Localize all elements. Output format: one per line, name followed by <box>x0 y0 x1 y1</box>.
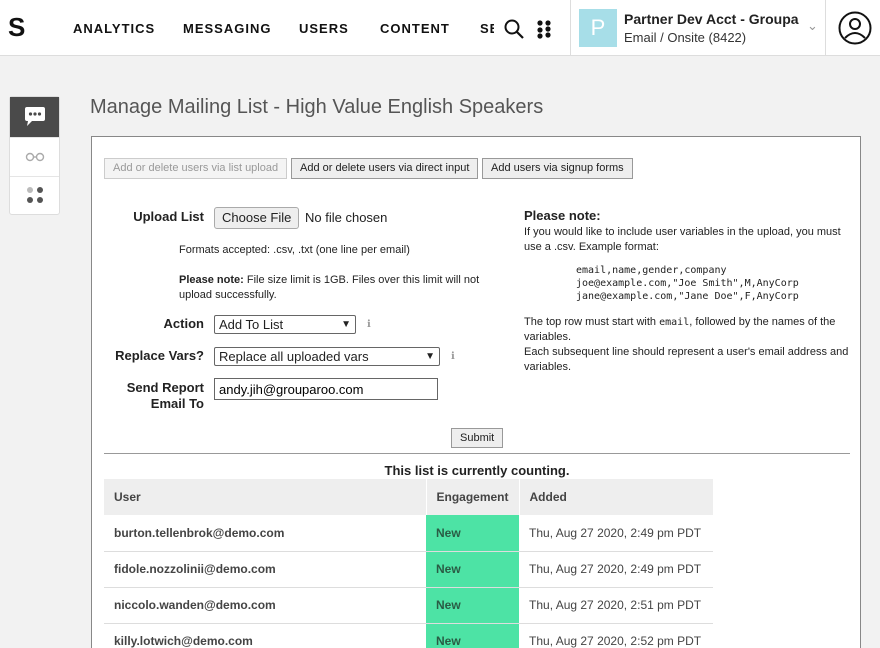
note-detail-4: variables. <box>524 361 572 373</box>
side-messages-button[interactable] <box>10 97 59 137</box>
mailing-list-panel: Add or delete users via list upload Add … <box>91 136 861 648</box>
action-label: Action <box>163 316 204 331</box>
engagement-badge: New <box>426 587 520 624</box>
tab-direct-input[interactable]: Add or delete users via direct input <box>291 158 479 179</box>
added-date: Thu, Aug 27 2020, 2:51 pm PDT <box>519 587 714 624</box>
added-date: Thu, Aug 27 2020, 2:49 pm PDT <box>519 551 714 588</box>
action-select[interactable]: Add To List ▼ <box>214 315 356 334</box>
app-logo[interactable]: S <box>8 12 25 43</box>
engagement-badge: New <box>426 623 520 648</box>
table-header-row: User Engagement Added <box>104 479 714 515</box>
dots-grid-icon <box>26 187 43 203</box>
replace-vars-select[interactable]: Replace all uploaded vars ▼ <box>214 347 440 366</box>
table-row[interactable]: niccolo.wanden@demo.com New Thu, Aug 27 … <box>104 587 714 624</box>
send-report-label: Send Report Email To <box>112 380 204 412</box>
note-intro-1: If you would like to include user variab… <box>524 226 841 238</box>
list-users-table: User Engagement Added burton.tellenbrok@… <box>104 479 714 648</box>
account-subtitle: Email / Onsite (8422) <box>624 30 747 45</box>
search-icon[interactable] <box>503 18 525 40</box>
note-detail-2: variables. <box>524 331 572 343</box>
account-switcher[interactable]: P Partner Dev Acct - Groupa Email / Onsi… <box>570 0 826 56</box>
example-format-code: email,name,gender,company joe@example.co… <box>576 265 799 302</box>
send-report-label-1: Send Report <box>126 380 204 395</box>
tab-signup-forms[interactable]: Add users via signup forms <box>482 158 633 179</box>
table-row[interactable]: burton.tellenbrok@demo.com New Thu, Aug … <box>104 515 714 552</box>
nav-messaging[interactable]: MESSAGING <box>183 21 271 36</box>
user-email[interactable]: fidole.nozzolinii@demo.com <box>104 551 426 588</box>
upload-list-label: Upload List <box>133 209 204 224</box>
send-report-label-2: Email To <box>150 396 204 411</box>
formats-note: Formats accepted: .csv, .txt (one line p… <box>179 244 410 256</box>
side-toolbar <box>9 96 60 215</box>
file-status-text: No file chosen <box>305 210 388 225</box>
action-select-value: Add To List <box>219 317 284 332</box>
replace-vars-label: Replace Vars? <box>115 348 204 363</box>
engagement-badge: New <box>426 551 520 588</box>
note-intro-2: use a .csv. Example format: <box>524 241 659 253</box>
note-detail-1a: The top row must start with <box>524 316 660 328</box>
glasses-icon <box>25 152 44 162</box>
user-profile-icon[interactable] <box>838 11 872 45</box>
added-date: Thu, Aug 27 2020, 2:49 pm PDT <box>519 515 714 552</box>
submit-button[interactable]: Submit <box>451 428 504 448</box>
column-added[interactable]: Added <box>519 479 714 515</box>
chevron-down-icon: ▼ <box>425 351 435 362</box>
account-avatar: P <box>579 9 617 47</box>
note-heading: Please note: <box>524 208 601 223</box>
chevron-down-icon: ▼ <box>341 319 351 330</box>
added-date: Thu, Aug 27 2020, 2:52 pm PDT <box>519 623 714 648</box>
chevron-down-icon: ⌄ <box>807 18 818 33</box>
replace-vars-value: Replace all uploaded vars <box>219 349 369 364</box>
note-detail-3: Each subsequent line should represent a … <box>524 346 849 358</box>
nav-content[interactable]: CONTENT <box>380 21 450 36</box>
replace-vars-info-icon[interactable]: ℹ <box>451 351 455 362</box>
user-email[interactable]: killy.lotwich@demo.com <box>104 623 426 648</box>
size-limit-note: Please note: File size limit is 1GB. Fil… <box>179 273 479 303</box>
nav-analytics[interactable]: ANALYTICS <box>73 21 155 36</box>
column-engagement[interactable]: Engagement <box>426 479 520 515</box>
report-email-field[interactable] <box>214 378 438 400</box>
note-intro: If you would like to include user variab… <box>524 225 841 255</box>
note-detail-1b: , followed by the names of the <box>689 316 836 328</box>
engagement-badge: New <box>426 515 520 552</box>
account-name: Partner Dev Acct - Groupa <box>624 11 799 27</box>
choose-file-button[interactable]: Choose File <box>214 207 300 229</box>
note-details: The top row must start with email, follo… <box>524 315 848 375</box>
top-nav: S ANALYTICS MESSAGING USERS CONTENT SE P… <box>0 0 880 56</box>
size-note-text: File size limit is 1GB. Files over this … <box>246 274 480 286</box>
side-glasses-button[interactable] <box>10 137 59 177</box>
user-email[interactable]: niccolo.wanden@demo.com <box>104 587 426 624</box>
note-detail-code: email <box>659 317 690 328</box>
nav-overflow-item[interactable]: SE <box>480 21 494 36</box>
table-row[interactable]: fidole.nozzolinii@demo.com New Thu, Aug … <box>104 551 714 588</box>
size-note-label: Please note: <box>179 274 244 286</box>
list-status: This list is currently counting. <box>384 463 570 478</box>
settings-icon[interactable] <box>534 18 556 40</box>
side-dots-button[interactable] <box>10 175 59 215</box>
size-note-text-2: upload successfully. <box>179 289 277 301</box>
nav-users[interactable]: USERS <box>299 21 349 36</box>
section-divider <box>104 453 850 454</box>
column-user[interactable]: User <box>104 479 427 515</box>
table-row[interactable]: killy.lotwich@demo.com New Thu, Aug 27 2… <box>104 623 714 648</box>
action-info-icon[interactable]: ℹ <box>367 319 371 330</box>
page-title: Manage Mailing List - High Value English… <box>90 96 544 118</box>
tab-list-upload[interactable]: Add or delete users via list upload <box>104 158 288 179</box>
chat-icon <box>24 107 45 126</box>
user-email[interactable]: burton.tellenbrok@demo.com <box>104 515 426 552</box>
